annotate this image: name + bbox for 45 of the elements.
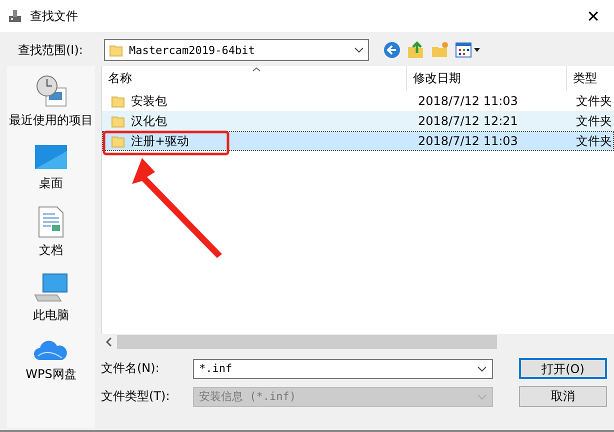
cancel-button[interactable]: 取消 [519,386,607,407]
file-row[interactable]: 汉化包 2018/7/12 12:21 文件夹 [102,111,614,131]
column-header[interactable]: 修改日期 [407,66,567,91]
folder-icon [111,94,125,108]
table-cell-text: 2018/7/12 11:03 [417,134,519,148]
folder-icon [109,43,123,57]
chevron-icon [354,47,364,53]
up-folder-icon[interactable] [407,41,425,59]
computer-icon [34,273,68,303]
sidebar-item[interactable]: 最近使用的项目 [9,74,93,129]
sidebar-item[interactable]: 文档 [38,206,64,259]
file-name: 安装包 [131,92,167,110]
cloud-icon [34,338,68,362]
file-name: 汉化包 [131,112,167,130]
document-icon [38,206,64,238]
folder-icon [111,114,125,128]
table-cell-text: 2018/7/12 11:03 [417,94,519,108]
file-row[interactable]: 安装包 2018/7/12 11:03 文件夹 [102,91,614,111]
sidebar-item[interactable]: 此电脑 [33,273,69,324]
back-icon[interactable] [383,41,401,59]
column-header[interactable]: 名称 [102,66,407,91]
file-name: 注册+驱动 [131,132,190,150]
view-menu-icon[interactable] [455,42,481,58]
column-header[interactable]: 类型 [567,66,614,91]
close-button[interactable]: ✕ [580,6,606,26]
folder-icon [111,134,125,148]
sidebar-item[interactable]: WPS网盘 [26,338,76,383]
look-in-label: 查找范围(I): [18,42,84,58]
file-row[interactable]: 注册+驱动 2018/7/12 11:03 文件夹 [102,131,614,151]
table-cell-text: 文件夹 [575,132,613,150]
table-cell-text: 文件夹 [575,92,613,110]
window-title: 查找文件 [30,8,79,24]
chevron-icon [477,394,487,400]
desktop-icon [34,143,68,171]
chevron-icon [477,366,487,372]
file-name-label: 文件名(N): [101,360,160,377]
table-cell-text: 文件夹 [575,112,613,130]
file-name-field[interactable]: *.inf [193,358,493,378]
sidebar-item[interactable]: 桌面 [34,143,68,192]
file-type-label: 文件类型(T): [101,388,171,405]
clock-icon [34,74,68,108]
table-cell-text: 2018/7/12 12:21 [417,114,519,128]
open-button[interactable]: 打开(O) [519,358,607,379]
look-in-dropdown[interactable]: Mastercam2019-64bit [104,39,369,61]
app-icon [8,9,22,23]
